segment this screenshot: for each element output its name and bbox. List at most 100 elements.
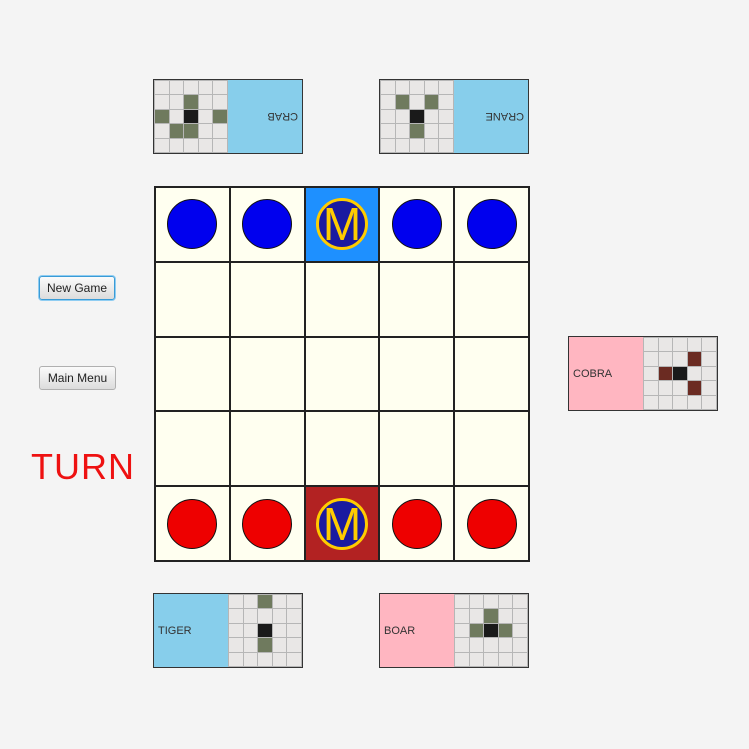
card-grid-cell bbox=[484, 623, 498, 638]
red-pawn[interactable] bbox=[391, 498, 442, 549]
card-grid-cell bbox=[258, 609, 272, 623]
board-square[interactable] bbox=[454, 336, 529, 412]
board-square[interactable]: M bbox=[304, 187, 380, 262]
card-move-grid bbox=[154, 80, 228, 153]
card-grid-cell bbox=[658, 352, 673, 366]
card-grid-cell bbox=[243, 609, 258, 623]
board-square[interactable] bbox=[379, 336, 455, 412]
card-boar[interactable]: BOAR bbox=[379, 593, 529, 668]
blue-master[interactable]: M bbox=[315, 198, 368, 251]
card-grid-cell bbox=[287, 652, 301, 666]
card-grid-cell bbox=[184, 138, 198, 152]
board-square[interactable] bbox=[229, 187, 305, 262]
card-grid-cell bbox=[184, 95, 198, 109]
card-grid-cell bbox=[658, 366, 673, 381]
card-grid-cell bbox=[702, 395, 716, 409]
card-grid-cell bbox=[395, 109, 410, 124]
board-square[interactable] bbox=[155, 411, 230, 487]
card-grid-cell bbox=[687, 366, 702, 381]
card-grid-cell bbox=[381, 138, 395, 152]
card-grid-cell bbox=[287, 595, 301, 609]
card-grid-cell bbox=[498, 623, 513, 638]
new-game-button[interactable]: New Game bbox=[39, 276, 115, 300]
card-grid-cell bbox=[513, 652, 527, 666]
red-pawn[interactable] bbox=[466, 498, 517, 549]
main-menu-button[interactable]: Main Menu bbox=[39, 366, 116, 390]
board-square[interactable] bbox=[229, 486, 305, 561]
card-grid-cell bbox=[184, 81, 198, 95]
card-name: COBRA bbox=[569, 337, 644, 410]
card-grid-cell bbox=[702, 352, 716, 366]
board-square[interactable] bbox=[229, 411, 305, 487]
card-grid-cell bbox=[243, 595, 258, 609]
red-pawn[interactable] bbox=[167, 498, 218, 549]
card-grid-cell bbox=[469, 638, 484, 652]
card-grid-cell bbox=[673, 352, 687, 366]
card-grid-cell bbox=[229, 595, 243, 609]
card-name: CRAB bbox=[227, 80, 302, 153]
card-grid-cell bbox=[484, 595, 498, 609]
card-grid-cell bbox=[229, 638, 243, 652]
board-square[interactable] bbox=[155, 187, 230, 262]
card-grid-cell bbox=[498, 638, 513, 652]
card-grid-cell bbox=[410, 109, 424, 124]
board-square[interactable] bbox=[304, 261, 380, 337]
card-grid-cell bbox=[395, 95, 410, 109]
card-grid-cell bbox=[258, 652, 272, 666]
card-tiger[interactable]: TIGER bbox=[153, 593, 303, 668]
board-square[interactable] bbox=[379, 411, 455, 487]
card-grid-cell bbox=[184, 109, 198, 124]
card-grid-cell bbox=[469, 595, 484, 609]
card-grid-cell bbox=[658, 395, 673, 409]
board-square[interactable] bbox=[304, 411, 380, 487]
card-crane[interactable]: CRANE bbox=[379, 79, 529, 154]
turn-indicator: TURN bbox=[31, 446, 135, 487]
card-grid-cell bbox=[455, 595, 469, 609]
card-grid-cell bbox=[287, 623, 301, 638]
board-square[interactable] bbox=[155, 336, 230, 412]
blue-pawn[interactable] bbox=[466, 199, 517, 250]
blue-pawn[interactable] bbox=[391, 199, 442, 250]
blue-pawn[interactable] bbox=[167, 199, 218, 250]
card-grid-cell bbox=[229, 623, 243, 638]
board-square[interactable] bbox=[454, 486, 529, 561]
board-square[interactable] bbox=[304, 336, 380, 412]
card-grid-cell bbox=[410, 138, 424, 152]
card-grid-cell bbox=[287, 609, 301, 623]
card-grid-cell bbox=[484, 652, 498, 666]
card-crab[interactable]: CRAB bbox=[153, 79, 303, 154]
board-square[interactable] bbox=[379, 486, 455, 561]
card-grid-cell bbox=[395, 81, 410, 95]
board-square[interactable] bbox=[454, 187, 529, 262]
board-square[interactable] bbox=[229, 261, 305, 337]
board-square[interactable] bbox=[454, 261, 529, 337]
card-grid-cell bbox=[410, 95, 424, 109]
card-cobra[interactable]: COBRA bbox=[568, 336, 718, 411]
card-grid-cell bbox=[198, 109, 213, 124]
board-square[interactable] bbox=[454, 411, 529, 487]
red-master[interactable]: M bbox=[315, 497, 368, 550]
card-grid-cell bbox=[155, 81, 169, 95]
board-square[interactable]: M bbox=[304, 486, 380, 561]
blue-pawn[interactable] bbox=[242, 199, 293, 250]
card-grid-cell bbox=[455, 652, 469, 666]
card-grid-cell bbox=[484, 609, 498, 623]
card-grid-cell bbox=[673, 338, 687, 352]
board-square[interactable] bbox=[379, 261, 455, 337]
board-square[interactable] bbox=[155, 486, 230, 561]
card-grid-cell bbox=[455, 609, 469, 623]
card-grid-cell bbox=[702, 381, 716, 395]
board-square[interactable] bbox=[379, 187, 455, 262]
card-grid-cell bbox=[272, 623, 287, 638]
card-grid-cell bbox=[155, 138, 169, 152]
card-grid-cell bbox=[169, 124, 184, 138]
card-grid-cell bbox=[673, 381, 687, 395]
card-grid-cell bbox=[213, 81, 227, 95]
red-pawn[interactable] bbox=[242, 498, 293, 549]
board-square[interactable] bbox=[155, 261, 230, 337]
card-grid-cell bbox=[272, 609, 287, 623]
card-grid-cell bbox=[272, 638, 287, 652]
card-grid-cell bbox=[644, 338, 658, 352]
card-grid-cell bbox=[258, 595, 272, 609]
board-square[interactable] bbox=[229, 336, 305, 412]
